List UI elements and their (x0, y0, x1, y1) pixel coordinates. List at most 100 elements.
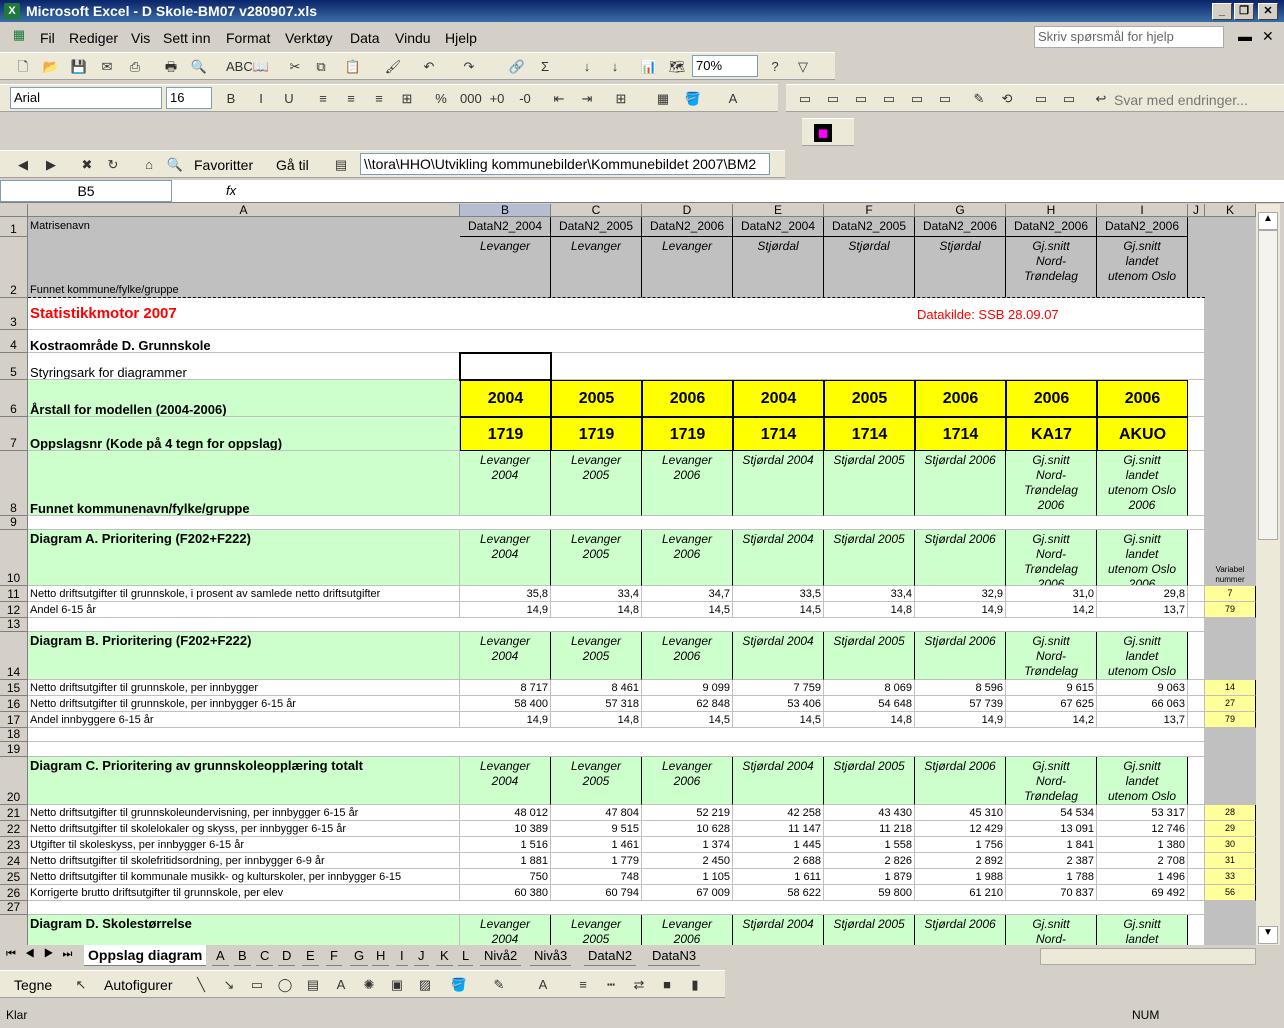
cell-A27[interactable] (28, 901, 1205, 915)
sheet-tab[interactable]: A (212, 945, 229, 966)
cell-I14[interactable]: Gj.snitt landet utenom Oslo (1097, 632, 1188, 680)
row-header[interactable]: 26 (0, 885, 28, 901)
open-icon[interactable]: 📂 (42, 58, 60, 76)
cell-H16[interactable]: 67 625 (1006, 696, 1097, 712)
cell-C15[interactable]: 8 461 (551, 680, 642, 696)
cell-A15[interactable]: Netto driftsutgifter til grunnskole, per… (28, 680, 460, 696)
column-header-E[interactable]: E (733, 204, 824, 217)
redo-icon[interactable]: ↷ (460, 58, 478, 76)
cell-D28[interactable]: Levanger 2006 (642, 915, 733, 945)
sheet-tab[interactable]: C (256, 945, 274, 966)
sheet-tab[interactable]: I (396, 945, 408, 966)
sheet-tab[interactable]: E (302, 945, 319, 966)
new-icon[interactable]: 🗋 (14, 58, 32, 76)
cell-F25[interactable]: 1 879 (824, 869, 915, 885)
cell-D10[interactable]: Levanger 2006 (642, 530, 733, 586)
cell-C25[interactable]: 748 (551, 869, 642, 885)
cell-B10[interactable]: Levanger 2004 (460, 530, 551, 586)
cell-J17[interactable] (1188, 712, 1205, 728)
restore-button[interactable]: ❐ (1234, 3, 1254, 20)
sheet-tab[interactable]: K (436, 945, 453, 966)
help-search-input[interactable]: Skriv spørsmål for hjelp (1034, 26, 1224, 48)
cell-A8[interactable]: Funnet kommunenavn/fylke/gruppe (28, 451, 460, 516)
cell-K13[interactable] (1205, 618, 1256, 632)
row-header[interactable]: 4 (0, 330, 28, 353)
menu-1[interactable]: Rediger (69, 30, 118, 46)
cell-C23[interactable]: 1 461 (551, 837, 642, 853)
column-header-I[interactable]: I (1097, 204, 1188, 217)
format-painter-icon[interactable]: 🖌 (384, 58, 402, 76)
column-header-F[interactable]: F (824, 204, 915, 217)
cell-K12[interactable]: 79 (1205, 602, 1256, 618)
bold-icon[interactable]: B (222, 90, 240, 108)
cell-A24[interactable]: Netto driftsutgifter til skolefritidsord… (28, 853, 460, 869)
cell-I6[interactable]: 2006 (1097, 380, 1188, 417)
review-4-icon[interactable]: ▭ (880, 90, 898, 108)
cell-G26[interactable]: 61 210 (915, 885, 1006, 901)
cell-A11[interactable]: Netto driftsutgifter til grunnskole, i p… (28, 586, 460, 602)
sheet-tab[interactable]: H (372, 945, 390, 966)
cell-A1[interactable]: Matrisenavn (28, 217, 460, 237)
cell-B23[interactable]: 1 516 (460, 837, 551, 853)
cell-J12[interactable] (1188, 602, 1205, 618)
cell-J28[interactable] (1188, 915, 1205, 945)
undo-icon[interactable]: ↶ (420, 58, 438, 76)
cell-F16[interactable]: 54 648 (824, 696, 915, 712)
column-header-K[interactable]: K (1205, 204, 1256, 217)
decrease-decimal-icon[interactable]: -0 (516, 90, 534, 108)
cell-J8[interactable] (1188, 451, 1205, 516)
cell-F15[interactable]: 8 069 (824, 680, 915, 696)
refresh-icon[interactable]: ↻ (104, 156, 122, 174)
cell-F24[interactable]: 2 826 (824, 853, 915, 869)
cell-J9[interactable] (1188, 516, 1205, 530)
cell-H1[interactable]: DataN2_2006 (1006, 217, 1097, 237)
cell-F8[interactable]: Stjørdal 2005 (824, 451, 915, 516)
cell-A19[interactable] (28, 742, 1205, 757)
goto-menu[interactable]: Gå til (276, 157, 309, 173)
autosum-icon[interactable]: Σ (536, 58, 554, 76)
italic-icon[interactable]: I (252, 90, 270, 108)
cell-B7[interactable]: 1719 (460, 417, 551, 451)
horizontal-scrollbar[interactable] (1040, 948, 1256, 965)
menu-7[interactable]: Vindu (395, 30, 431, 46)
save-icon[interactable]: 💾 (70, 58, 88, 76)
cell-I26[interactable]: 69 492 (1097, 885, 1188, 901)
forward-icon[interactable]: ▶ (42, 156, 60, 174)
home-icon[interactable]: ⌂ (140, 156, 158, 174)
cell-A16[interactable]: Netto driftsutgifter til grunnskole, per… (28, 696, 460, 712)
show-only-web-toolbar-icon[interactable]: ▤ (332, 156, 350, 174)
cell-G16[interactable]: 57 739 (915, 696, 1006, 712)
cell-G14[interactable]: Stjørdal 2006 (915, 632, 1006, 680)
sort-ascending-icon[interactable]: ↓ (578, 58, 596, 76)
cell-B12[interactable]: 14,9 (460, 602, 551, 618)
cell-C16[interactable]: 57 318 (551, 696, 642, 712)
gridlines-icon[interactable]: ▦ (654, 90, 672, 108)
cell-D8[interactable]: Levanger 2006 (642, 451, 733, 516)
diagram-icon[interactable]: ✺ (360, 976, 378, 994)
row-header[interactable]: 15 (0, 680, 28, 696)
menu-5[interactable]: Verktøy (285, 30, 332, 46)
cell-K19[interactable] (1205, 742, 1256, 757)
cell-H12[interactable]: 14,2 (1006, 602, 1097, 618)
menu-6[interactable]: Data (350, 30, 380, 46)
align-left-icon[interactable]: ≡ (314, 90, 332, 108)
cell-B8[interactable]: Levanger 2004 (460, 451, 551, 516)
cell-B6[interactable]: 2004 (460, 380, 551, 417)
cell-G25[interactable]: 1 988 (915, 869, 1006, 885)
cell-E21[interactable]: 42 258 (733, 805, 824, 821)
cell-A10[interactable]: Diagram A. Prioritering (F202+F222) (28, 530, 460, 586)
cell-G1[interactable]: DataN2_2006 (915, 217, 1006, 237)
stop-icon[interactable]: ✖ (78, 156, 96, 174)
row-header[interactable]: 14 (0, 632, 28, 680)
print-preview-permission-icon[interactable]: ⎙ (126, 58, 144, 76)
cell-K20[interactable] (1205, 757, 1256, 805)
cell-J1[interactable] (1188, 217, 1205, 237)
cell-D6[interactable]: 2006 (642, 380, 733, 417)
menu-8[interactable]: Hjelp (445, 30, 477, 46)
cell-A18[interactable] (28, 728, 1205, 742)
cell-B1[interactable]: DataN2_2004 (460, 217, 551, 237)
row-header[interactable]: 2 (0, 237, 28, 298)
row-header[interactable]: 6 (0, 380, 28, 417)
cell-I16[interactable]: 66 063 (1097, 696, 1188, 712)
cell-D1[interactable]: DataN2_2006 (642, 217, 733, 237)
